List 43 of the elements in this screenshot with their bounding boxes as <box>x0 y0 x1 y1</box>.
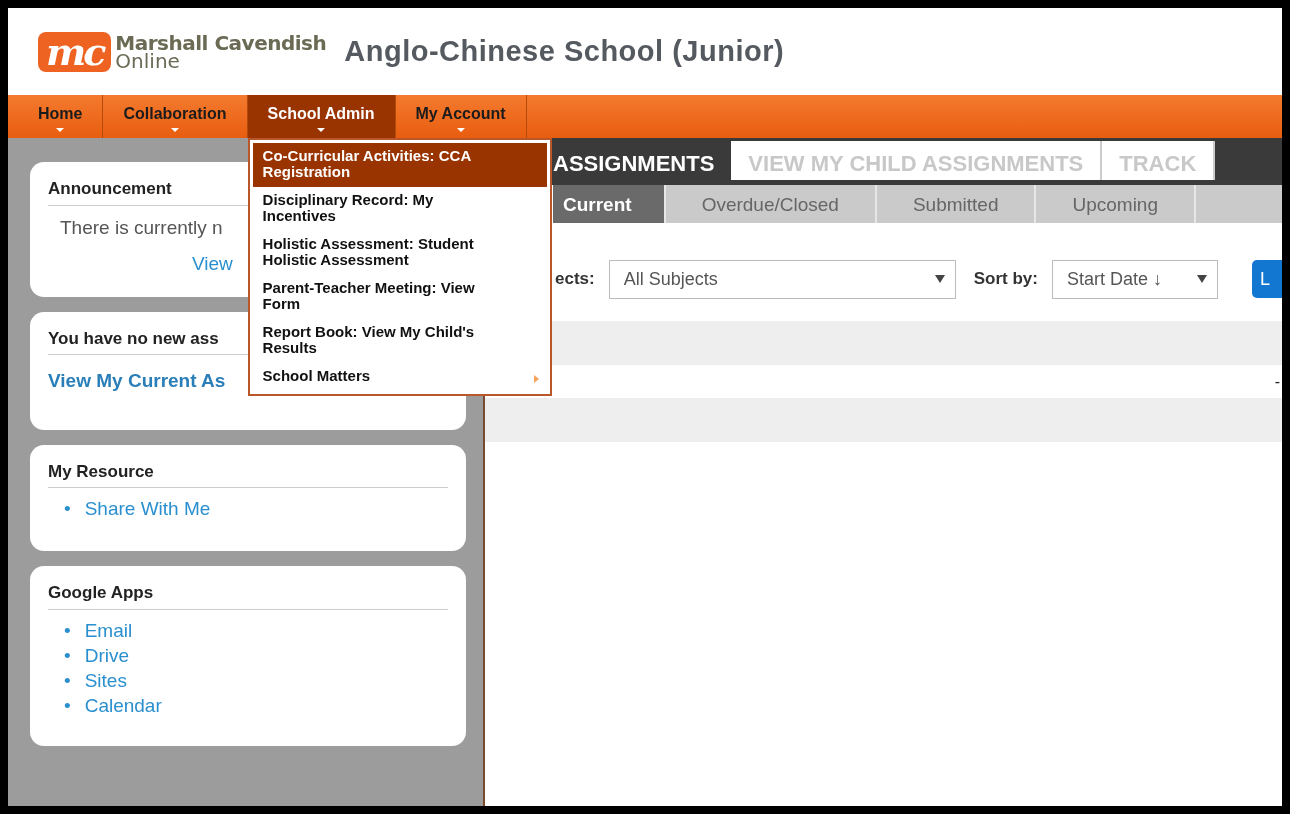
bullet: • <box>64 643 71 668</box>
subtab[interactable]: Current <box>553 185 666 223</box>
sort-label: Sort by: <box>973 268 1038 291</box>
dropdown-item[interactable]: School Matters <box>252 363 547 391</box>
menu-item[interactable]: My Account <box>395 95 527 138</box>
subtab[interactable]: Submitted <box>876 185 1037 223</box>
school-title: Anglo-Chinese School (Junior) <box>344 33 785 69</box>
logo-name: Marshall Cavendish <box>115 33 327 52</box>
subjects-dropdown[interactable]: All Subjects <box>608 259 956 299</box>
list-link[interactable]: Sites <box>84 667 127 693</box>
caret-icon <box>456 127 465 132</box>
subjects-label: ects: <box>555 268 595 291</box>
table-cell-text: - <box>1274 371 1280 392</box>
caret-icon <box>171 127 179 132</box>
card-title: Google Apps <box>48 580 448 610</box>
submenu-arrow-icon <box>533 375 539 383</box>
logo-mark: mc <box>38 31 112 72</box>
dropdown-item[interactable]: Disciplinary Record: My Incentives <box>252 187 547 231</box>
bullet: • <box>64 668 71 693</box>
view-assignments-link[interactable]: View My Current As <box>48 370 226 391</box>
sort-dropdown[interactable]: Start Date ↓ <box>1051 259 1218 299</box>
caret-icon <box>56 127 65 132</box>
subtab[interactable]: Overdue/Closed <box>665 185 877 223</box>
dropdown-item[interactable]: Co-Curricular Activities: CCA Registration <box>252 143 547 187</box>
list-link[interactable]: Calendar <box>84 692 162 718</box>
bullet: • <box>64 618 71 643</box>
list-link[interactable]: Email <box>84 617 133 643</box>
caret-icon <box>317 127 326 132</box>
bullet: • <box>64 497 71 521</box>
logo-tagline: Online <box>115 51 180 70</box>
dropdown-arrow-icon <box>934 275 945 283</box>
dropdown-item[interactable]: Holistic Assessment: Student Holistic Assessment <box>252 231 547 275</box>
bullet: • <box>64 693 71 718</box>
dropdown-item[interactable]: Report Book: View My Child's Results <box>252 319 547 363</box>
subtab[interactable]: Upcoming <box>1036 185 1196 223</box>
list-link[interactable]: Drive <box>84 642 129 668</box>
card-title: My Resource <box>48 458 448 488</box>
notice-text: There is currently n <box>60 215 223 240</box>
dropdown-arrow-icon <box>1196 275 1207 283</box>
view-link[interactable]: View <box>192 253 233 274</box>
dropdown-item[interactable]: Parent-Teacher Meeting: View Form <box>252 275 547 319</box>
list-link[interactable]: Share With Me <box>84 496 211 521</box>
action-button[interactable]: L <box>1252 260 1282 298</box>
